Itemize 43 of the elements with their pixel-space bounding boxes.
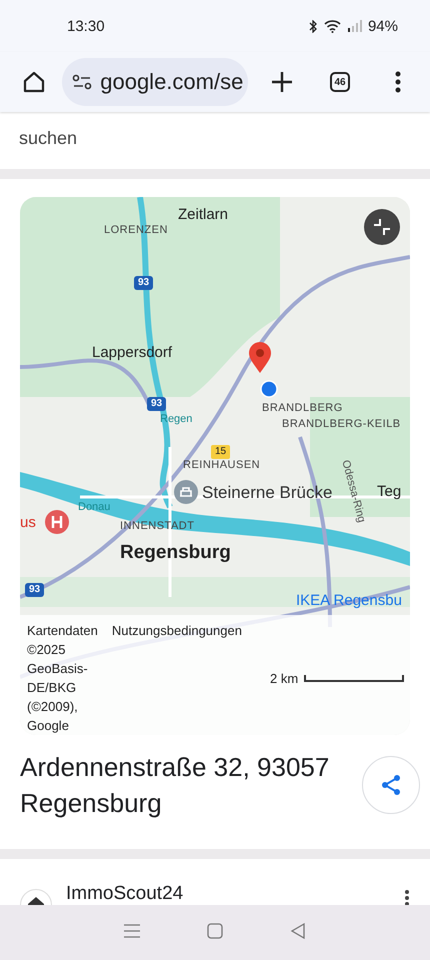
bluetooth-icon (308, 20, 318, 32)
place-label: Zeitlarn (178, 207, 228, 222)
address-heading: Ardennenstraße 32, 93057 Regensburg (20, 751, 330, 820)
route-shield: 93 (134, 276, 154, 290)
current-location-icon (260, 380, 278, 398)
address-bar[interactable]: google.com/se (62, 58, 248, 106)
back-icon (290, 923, 306, 939)
url-text: google.com/se (100, 69, 244, 95)
result-title[interactable]: ImmoScout24 (66, 883, 390, 905)
place-label: Regensburg (120, 543, 231, 562)
tab-switcher-button[interactable]: 46 (330, 72, 350, 92)
place-label: IKEA Regensbu (296, 593, 402, 608)
location-pin-icon (248, 342, 272, 374)
map-data-link[interactable]: Kartendaten (27, 621, 98, 640)
lines-icon (124, 924, 140, 938)
landmark-icon (174, 480, 198, 504)
terms-link[interactable]: Nutzungsbedingungen (112, 621, 242, 640)
clock-time: 13:30 (67, 18, 105, 34)
landmark-label: Steinerne Brücke (174, 480, 332, 504)
route-shield: 93 (147, 397, 166, 411)
more-icon (404, 889, 410, 905)
home-icon (22, 70, 46, 94)
snippet-text: suchen (18, 127, 78, 150)
river-label: Donau (78, 502, 110, 513)
plus-icon (271, 71, 293, 93)
site-settings-icon[interactable] (72, 74, 92, 90)
scale-label: 2 km (270, 671, 298, 686)
collapse-icon (372, 217, 392, 237)
share-icon (380, 774, 402, 796)
hospital-icon (44, 509, 70, 535)
place-label: BRANDLBERG-KEILB (282, 419, 401, 430)
wifi-icon (324, 20, 342, 32)
place-label: us (20, 509, 70, 535)
place-label: BRANDLBERG (262, 403, 343, 414)
place-label: REINHAUSEN (183, 460, 260, 471)
menu-icon (395, 71, 401, 93)
signal-icon (348, 20, 362, 32)
battery-level: 94% (368, 18, 398, 34)
copyright-text: ©2025 GeoBasis-DE/BKG (©2009), Google (27, 641, 89, 735)
route-shield: 93 (25, 583, 44, 597)
route-shield: 15 (211, 445, 230, 459)
place-label: Teg (377, 484, 402, 499)
square-icon (206, 923, 223, 939)
